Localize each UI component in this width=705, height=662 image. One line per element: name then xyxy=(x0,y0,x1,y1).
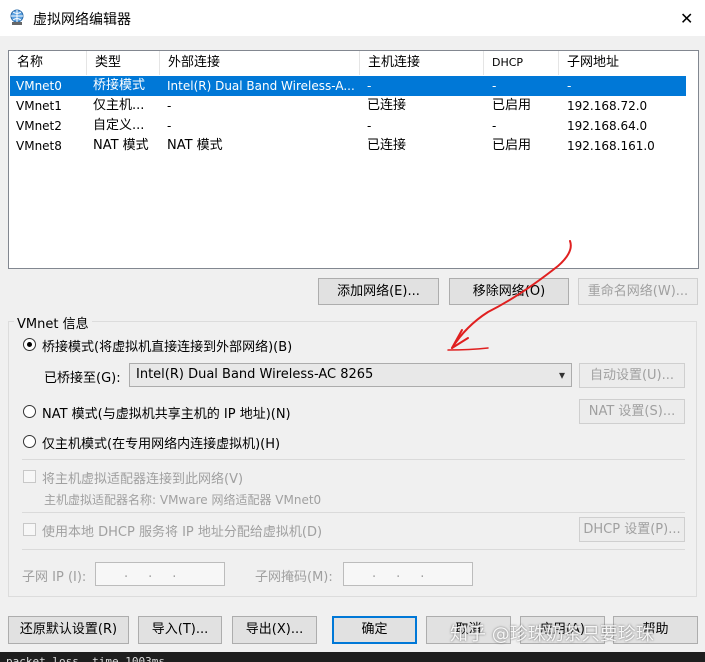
cell-host: - xyxy=(367,79,372,93)
dhcp-settings-button[interactable]: DHCP 设置(P)... xyxy=(579,517,685,542)
cell-dhcp: 已启用 xyxy=(492,138,532,153)
cell-name: VMnet8 xyxy=(16,139,62,153)
cell-subnet: 192.168.72.0 xyxy=(567,99,648,113)
chevron-down-icon: ▾ xyxy=(558,368,565,382)
cell-name: VMnet1 xyxy=(16,99,62,113)
nat-mode-radio[interactable] xyxy=(23,405,36,418)
table-row[interactable]: VMnet8 NAT 模式 NAT 模式 已连接 已启用 192.168.161… xyxy=(10,136,686,156)
column-header-host[interactable]: 主机连接 xyxy=(360,51,484,75)
subnet-mask-label: 子网掩码(M): xyxy=(255,570,333,585)
nat-mode-label[interactable]: NAT 模式(与虚拟机共享主机的 IP 地址)(N) xyxy=(42,403,291,422)
close-icon[interactable]: ✕ xyxy=(680,9,693,28)
network-list[interactable]: 名称 类型 外部连接 主机连接 DHCP 子网地址 VMnet0 桥接模式 In… xyxy=(8,50,699,269)
column-header-dhcp[interactable]: DHCP xyxy=(484,51,559,75)
cell-host: - xyxy=(367,119,372,133)
cell-type: 仅主机... xyxy=(93,98,145,113)
subnet-mask-field[interactable]: ... xyxy=(343,562,473,586)
adapter-name-label: 主机虚拟适配器名称: VMware 网络适配器 VMnet0 xyxy=(44,493,322,507)
cell-external: - xyxy=(167,119,172,133)
host-only-label[interactable]: 仅主机模式(在专用网络内连接虚拟机)(H) xyxy=(42,433,280,452)
divider xyxy=(22,459,685,460)
column-header-external[interactable]: 外部连接 xyxy=(160,51,360,75)
cell-external: NAT 模式 xyxy=(167,138,223,153)
bridged-mode-radio[interactable] xyxy=(23,338,36,351)
window-title: 虚拟网络编辑器 xyxy=(33,12,131,28)
cell-subnet: - xyxy=(567,79,572,93)
title-bar: 虚拟网络编辑器 ✕ xyxy=(0,0,705,36)
local-dhcp-label[interactable]: 使用本地 DHCP 服务将 IP 地址分配给虚拟机(D) xyxy=(42,521,322,540)
cell-host: 已连接 xyxy=(367,138,407,153)
local-dhcp-checkbox[interactable] xyxy=(23,523,36,536)
cell-dhcp: - xyxy=(492,79,497,93)
cell-subnet: 192.168.64.0 xyxy=(567,119,648,133)
column-header-type[interactable]: 类型 xyxy=(87,51,160,75)
subnet-ip-field[interactable]: ... xyxy=(95,562,225,586)
host-only-radio[interactable] xyxy=(23,435,36,448)
import-button[interactable]: 导入(T)... xyxy=(138,616,222,644)
cell-external: - xyxy=(167,99,172,113)
watermark: 知乎 @珍珠奶茶只要珍珠 xyxy=(450,624,654,645)
connect-adapter-label[interactable]: 将主机虚拟适配器连接到此网络(V) xyxy=(42,468,243,487)
rename-network-button[interactable]: 重命名网络(W)... xyxy=(578,278,698,305)
auto-settings-button[interactable]: 自动设置(U)... xyxy=(579,363,685,388)
column-header-name[interactable]: 名称 xyxy=(9,51,87,75)
cell-dhcp: - xyxy=(492,119,497,133)
table-row[interactable]: VMnet1 仅主机... - 已连接 已启用 192.168.72.0 xyxy=(10,96,686,116)
divider xyxy=(22,549,685,550)
virtual-network-editor-window: 虚拟网络编辑器 ✕ 名称 类型 外部连接 主机连接 DHCP 子网地址 VMne… xyxy=(0,0,705,662)
column-header-subnet[interactable]: 子网地址 xyxy=(559,51,699,75)
table-row[interactable]: VMnet2 自定义... - - - 192.168.64.0 xyxy=(10,116,686,136)
terminal-strip: packet loss, time 1003ms xyxy=(0,652,705,662)
cell-dhcp: 已启用 xyxy=(492,98,532,113)
cell-name: VMnet0 xyxy=(16,79,62,93)
nat-settings-button[interactable]: NAT 设置(S)... xyxy=(579,399,685,424)
bridged-to-select[interactable]: Intel(R) Dual Band Wireless-AC 8265 ▾ xyxy=(129,363,572,387)
remove-network-button[interactable]: 移除网络(O) xyxy=(449,278,569,305)
export-button[interactable]: 导出(X)... xyxy=(232,616,317,644)
table-row[interactable]: VMnet0 桥接模式 Intel(R) Dual Band Wireless-… xyxy=(10,76,686,96)
bridged-mode-label[interactable]: 桥接模式(将虚拟机直接连接到外部网络)(B) xyxy=(42,336,292,355)
restore-defaults-button[interactable]: 还原默认设置(R) xyxy=(8,616,129,644)
cell-type: NAT 模式 xyxy=(93,138,149,153)
cell-type: 桥接模式 xyxy=(93,78,146,93)
bridged-to-value: Intel(R) Dual Band Wireless-AC 8265 xyxy=(136,367,374,382)
cell-subnet: 192.168.161.0 xyxy=(567,139,655,153)
subnet-ip-label: 子网 IP (I): xyxy=(22,570,87,585)
cell-external: Intel(R) Dual Band Wireless-A... xyxy=(167,79,355,93)
bridged-to-label: 已桥接至(G): xyxy=(44,371,121,386)
vmnet-info-legend: VMnet 信息 xyxy=(14,313,92,332)
add-network-button[interactable]: 添加网络(E)... xyxy=(318,278,439,305)
divider xyxy=(22,512,685,513)
cell-host: 已连接 xyxy=(367,98,407,113)
cell-type: 自定义... xyxy=(93,118,145,133)
network-globe-icon xyxy=(10,9,24,25)
connect-adapter-checkbox[interactable] xyxy=(23,470,36,483)
cell-name: VMnet2 xyxy=(16,119,62,133)
ok-button[interactable]: 确定 xyxy=(332,616,417,644)
